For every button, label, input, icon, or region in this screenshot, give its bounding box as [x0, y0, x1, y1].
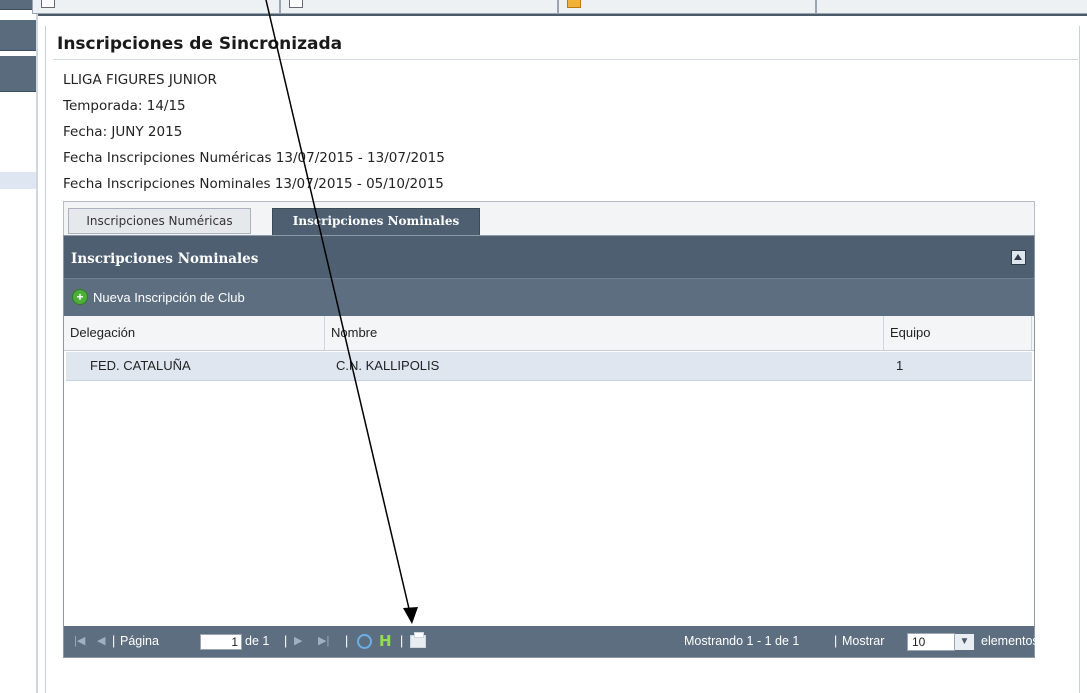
left-strip-block[interactable] — [0, 20, 37, 51]
folder-icon — [567, 0, 581, 8]
display-info: Mostrando 1 - 1 de 1 — [684, 634, 800, 648]
left-strip-block[interactable] — [0, 56, 37, 92]
column-header-row: Delegación Nombre Equipo — [64, 316, 1034, 351]
left-strip-selected[interactable] — [0, 172, 37, 189]
page-label: Página — [120, 634, 159, 648]
panel-toolbar: + Nueva Inscripción de Club — [64, 278, 1034, 317]
top-tab[interactable] — [558, 0, 816, 14]
top-tab[interactable] — [816, 0, 1087, 14]
cell-delegacion: FED. CATALUÑA — [90, 358, 191, 373]
nominal-registration-dates: Fecha Inscripciones Nominales 13/07/2015… — [63, 176, 444, 192]
page-count: de 1 — [245, 634, 270, 648]
top-tab-strip — [32, 0, 1087, 16]
top-tab[interactable] — [32, 0, 280, 14]
separator: | — [400, 634, 404, 648]
grid-panel: Inscripciones Nominales + Nueva Inscripc… — [63, 235, 1039, 658]
panel-title: Inscripciones Nominales — [71, 251, 259, 267]
season: Temporada: 14/15 — [63, 98, 186, 114]
first-page-icon[interactable]: |◀ — [74, 626, 85, 657]
new-club-registration-label: Nueva Inscripción de Club — [93, 289, 245, 305]
left-app-strip — [0, 0, 38, 693]
numeric-registration-dates: Fecha Inscripciones Numéricas 13/07/2015… — [63, 150, 445, 166]
page-number-input[interactable]: 1 — [200, 634, 242, 650]
refresh-icon[interactable] — [357, 634, 372, 649]
items-label: elementos — [981, 634, 1039, 648]
panel-header: Inscripciones Nominales — [64, 236, 1034, 278]
separator: | — [284, 634, 288, 648]
document-icon — [41, 0, 55, 8]
page-title: Inscripciones de Sincronizada — [57, 34, 343, 54]
competition-name: LLIGA FIGURES JUNIOR — [63, 72, 217, 88]
tab-inscripciones-nominales[interactable]: Inscripciones Nominales — [272, 208, 480, 237]
cell-equipo: 1 — [896, 358, 904, 373]
separator: | — [112, 634, 116, 648]
prev-page-icon[interactable]: ◀ — [97, 626, 105, 657]
separator: | — [345, 634, 349, 648]
chevron-down-icon[interactable]: ▼ — [954, 634, 974, 650]
page-size-select[interactable]: 10 ▼ — [907, 633, 974, 651]
separator: | — [834, 634, 838, 648]
collapse-icon[interactable] — [1011, 250, 1026, 265]
add-circle-icon: + — [72, 289, 88, 305]
excel-export-icon[interactable]: H — [379, 633, 393, 649]
next-page-icon[interactable]: ▶ — [294, 626, 302, 657]
title-separator — [53, 59, 1078, 60]
cell-nombre: C.N. KALLIPOLIS — [336, 358, 440, 373]
paging-toolbar: |◀ ◀ | Página 1 de 1 | ▶ ▶| | H | Mostra… — [64, 626, 1039, 657]
column-header-equipo[interactable]: Equipo — [884, 316, 1032, 350]
new-club-registration-button[interactable]: + Nueva Inscripción de Club — [72, 289, 245, 305]
print-icon[interactable] — [410, 632, 426, 648]
column-header-delegacion[interactable]: Delegación — [64, 316, 325, 350]
top-tab[interactable] — [280, 0, 558, 14]
left-strip-edge — [36, 0, 38, 693]
table-row[interactable]: FED. CATALUÑA C.N. KALLIPOLIS 1 — [66, 352, 1032, 381]
tab-strip: Inscripciones Numéricas Inscripciones No… — [63, 201, 1035, 237]
show-label: Mostrar — [842, 634, 885, 648]
document-icon — [289, 0, 303, 8]
tab-inscripciones-numericas[interactable]: Inscripciones Numéricas — [68, 208, 251, 234]
last-page-icon[interactable]: ▶| — [318, 626, 329, 657]
page-size-value: 10 — [912, 635, 926, 649]
column-header-nombre[interactable]: Nombre — [325, 316, 884, 350]
event-date: Fecha: JUNY 2015 — [63, 124, 183, 140]
